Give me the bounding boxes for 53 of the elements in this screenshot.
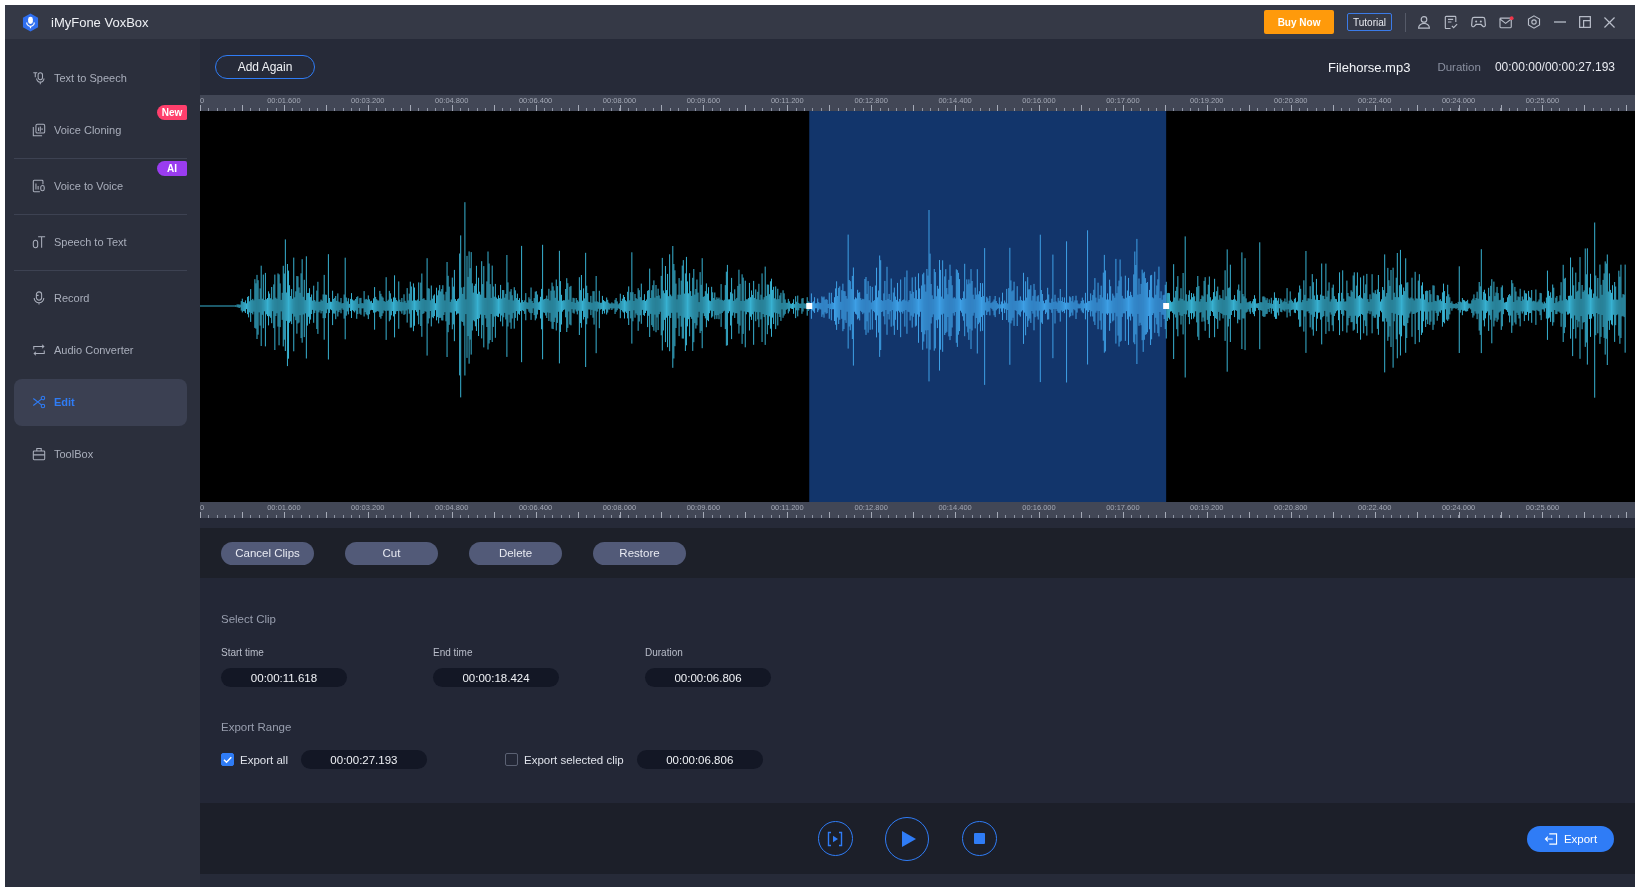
clip-end-handle[interactable] bbox=[1163, 303, 1170, 309]
close-icon[interactable] bbox=[1604, 16, 1615, 28]
clip-action-button[interactable]: Restore bbox=[593, 541, 686, 565]
logo-icon bbox=[22, 12, 39, 32]
time-field[interactable]: 00:00:06.806 bbox=[645, 668, 771, 687]
square-bars-mic-icon bbox=[32, 179, 46, 193]
loop-arrows-icon bbox=[32, 343, 46, 357]
tutorial-button[interactable]: Tutorial bbox=[1347, 13, 1392, 31]
stop-icon bbox=[973, 833, 985, 844]
checklist-icon[interactable] bbox=[1444, 15, 1458, 29]
app-title: iMyFone VoxBox bbox=[51, 14, 149, 30]
file-name: Filehorse.mp3 bbox=[1328, 59, 1411, 75]
feature-badge: New bbox=[157, 105, 187, 120]
mic-text-icon bbox=[32, 71, 46, 85]
bracket-play-icon bbox=[827, 830, 843, 847]
copy-bars-icon bbox=[32, 123, 46, 137]
checkbox[interactable] bbox=[505, 753, 518, 766]
export-button[interactable]: Export bbox=[1527, 825, 1614, 852]
sidebar-item[interactable]: Audio Converter bbox=[14, 326, 187, 374]
settings-icon[interactable] bbox=[1527, 15, 1541, 29]
playback-position: 00:00:00/00:00:27.193 bbox=[1494, 60, 1615, 74]
clip-action-button[interactable]: Delete bbox=[469, 541, 562, 565]
time-field[interactable]: 00:00:18.424 bbox=[433, 668, 559, 687]
time-field[interactable]: 00:00:11.618 bbox=[221, 668, 347, 687]
field-label: End time bbox=[433, 646, 473, 660]
field-label: Duration bbox=[645, 646, 683, 660]
microphone-icon bbox=[32, 291, 46, 305]
checkbox[interactable] bbox=[221, 753, 234, 766]
time-field[interactable]: 00:00:27.193 bbox=[300, 750, 427, 769]
toolbox-icon bbox=[32, 447, 46, 461]
sidebar-item[interactable]: Speech to Text bbox=[14, 218, 187, 266]
mail-icon[interactable] bbox=[1499, 15, 1514, 29]
clip-action-button[interactable]: Cancel Clips bbox=[221, 541, 314, 565]
option-label[interactable]: Export selected clip bbox=[524, 753, 624, 766]
sidebar-item[interactable]: Text to Speech bbox=[14, 54, 187, 102]
option-label[interactable]: Export all bbox=[240, 753, 288, 766]
restore-icon[interactable] bbox=[1579, 16, 1591, 28]
gamepad-icon[interactable] bbox=[1471, 15, 1486, 29]
duration-label: Duration bbox=[1437, 61, 1481, 73]
section-title: Export Range bbox=[221, 720, 292, 735]
time-field[interactable]: 00:00:06.806 bbox=[636, 750, 763, 769]
field-label: Start time bbox=[221, 646, 264, 660]
scissors-icon bbox=[32, 395, 46, 409]
user-icon[interactable] bbox=[1417, 15, 1431, 29]
clip-start-handle[interactable] bbox=[806, 303, 813, 309]
sidebar-item[interactable]: ToolBox bbox=[14, 430, 187, 478]
mic-letter-icon bbox=[32, 235, 46, 249]
clip-action-button[interactable]: Cut bbox=[345, 541, 438, 565]
arrow-box-icon bbox=[1543, 832, 1558, 845]
sidebar-item[interactable]: Record bbox=[14, 274, 187, 322]
feature-badge: AI bbox=[157, 161, 187, 176]
section-title: Select Clip bbox=[221, 612, 276, 627]
play-icon bbox=[901, 830, 916, 847]
